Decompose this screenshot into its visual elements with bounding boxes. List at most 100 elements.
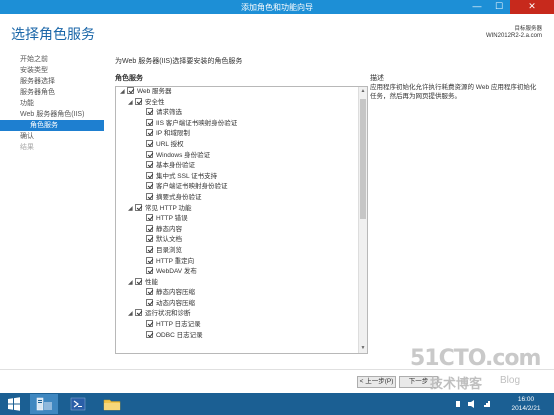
start-button[interactable] [0, 394, 28, 414]
tree-row[interactable]: 客户端证书映射身份验证 [116, 182, 360, 193]
checkbox[interactable] [146, 129, 153, 137]
checkbox[interactable] [135, 309, 142, 317]
maximize-button[interactable]: ☐ [488, 0, 510, 14]
tree-scrollbar[interactable]: ▲ ▼ [358, 87, 367, 353]
tree-row-label: 运行状况和诊断 [145, 310, 191, 318]
checkbox[interactable] [146, 224, 153, 232]
nav-item[interactable]: 安装类型 [0, 65, 104, 76]
minimize-button[interactable]: — [466, 0, 488, 14]
tree-row[interactable]: 摘要式身份验证 [116, 192, 360, 204]
tree-row[interactable]: ◢ Web 服务器 [116, 87, 360, 98]
checkbox[interactable] [146, 171, 153, 179]
nav-item[interactable]: 角色服务 [0, 120, 104, 131]
tree-row[interactable]: 基本身份验证 [116, 161, 360, 172]
expand-arrow-icon[interactable]: ◢ [128, 309, 135, 320]
tree-row-label: 客户端证书映射身份验证 [156, 183, 228, 191]
expand-arrow-icon[interactable]: ◢ [128, 278, 135, 289]
nav-item[interactable]: 服务器选择 [0, 76, 104, 87]
tree-row[interactable]: Windows 身份验证 [116, 150, 360, 162]
checkbox[interactable] [146, 108, 153, 116]
tree-row[interactable]: 静态内容 [116, 224, 360, 236]
nav-item[interactable]: 结果 [0, 142, 104, 153]
page-title: 选择角色服务 [11, 27, 95, 43]
tree-row[interactable]: HTTP 重定向 [116, 256, 360, 268]
checkbox[interactable] [146, 161, 153, 169]
tree-row[interactable]: IP 和域限制 [116, 129, 360, 140]
expand-arrow-icon[interactable]: ◢ [120, 87, 127, 98]
scroll-up-icon[interactable]: ▲ [359, 87, 367, 96]
tree-row[interactable]: HTTP 日志记录 [116, 320, 360, 331]
checkbox[interactable] [135, 97, 142, 105]
checkbox[interactable] [146, 182, 153, 190]
nav-item[interactable]: Web 服务器角色(IIS) [0, 109, 104, 120]
tree-row[interactable]: 目录浏览 [116, 245, 360, 257]
tree-row-label: HTTP 日志记录 [156, 321, 201, 329]
tree-row[interactable]: ODBC 日志记录 [116, 330, 360, 342]
tree-row-label: WebDAV 发布 [156, 268, 197, 276]
clock-time: 16:00 [517, 396, 535, 403]
checkbox[interactable] [146, 320, 153, 328]
tree-row-label: HTTP 错误 [156, 215, 188, 223]
checkbox[interactable] [146, 139, 153, 147]
tree-row[interactable]: URL 授权 [116, 139, 360, 151]
tree-row[interactable]: 静态内容压缩 [116, 288, 360, 299]
tree-row[interactable]: 默认文档 [116, 235, 360, 246]
checkbox[interactable] [146, 288, 153, 296]
checkbox[interactable] [146, 214, 153, 222]
taskbar-clock[interactable]: 16:00 2014/2/21 [504, 395, 548, 413]
tree-row[interactable]: HTTP 错误 [116, 214, 360, 225]
tree-row[interactable]: ◢ 性能 [116, 277, 360, 289]
target-server-name: WIN2012R2-2.a.com [485, 33, 542, 39]
tree-row[interactable]: IIS 客户端证书映射身份验证 [116, 118, 360, 130]
wizard-nav: 开始之前 安装类型 服务器选择 服务器角色 功能 Web 服务器角色(IIS) 角色服务 确认… [0, 54, 104, 153]
nav-item[interactable]: 开始之前 [0, 54, 104, 65]
description-heading: 描述 [370, 75, 384, 82]
tree-row-label: 集中式 SSL 证书支持 [156, 172, 218, 180]
system-tray[interactable] [454, 399, 494, 411]
taskbar: 16:00 2014/2/21 [0, 393, 554, 415]
previous-button[interactable]: < 上一步(P) [357, 376, 396, 388]
tree-row[interactable]: ◢ 常见 HTTP 功能 [116, 203, 360, 215]
server-manager-taskbar-icon[interactable] [30, 394, 58, 414]
nav-item[interactable]: 服务器角色 [0, 87, 104, 98]
checkbox[interactable] [146, 235, 153, 243]
checkbox[interactable] [146, 330, 153, 338]
file-explorer-taskbar-icon[interactable] [98, 394, 126, 414]
tree-row-label: 动态内容压缩 [156, 299, 195, 307]
checkbox[interactable] [135, 203, 142, 211]
checkbox[interactable] [146, 298, 153, 306]
tree-row-label: Web 服务器 [137, 88, 172, 95]
instruction-text: 为Web 服务器(IIS)选择要安装的角色服务 [115, 58, 243, 65]
tree-row[interactable]: 集中式 SSL 证书支持 [116, 171, 360, 183]
watermark-logo: 51CTO.com [410, 346, 541, 371]
checkbox[interactable] [127, 87, 134, 94]
checkbox[interactable] [146, 245, 153, 253]
tree-row-label: 默认文档 [156, 236, 182, 244]
checkbox[interactable] [146, 192, 153, 200]
checkbox[interactable] [146, 118, 153, 126]
checkbox[interactable] [146, 256, 153, 264]
tree-row[interactable]: 请求筛选 [116, 108, 360, 119]
tree-row-label: 基本身份验证 [156, 162, 195, 170]
nav-item[interactable]: 确认 [0, 131, 104, 142]
tree-row-label: IIS 客户端证书映射身份验证 [156, 119, 238, 127]
tree-row[interactable]: WebDAV 发布 [116, 267, 360, 278]
powershell-taskbar-icon[interactable] [64, 394, 92, 414]
expand-arrow-icon[interactable]: ◢ [128, 98, 135, 109]
tree-row-label: ODBC 日志记录 [156, 331, 203, 339]
close-button[interactable]: ✕ [510, 0, 554, 14]
target-server-label: 目标服务器 [514, 26, 542, 32]
scroll-thumb[interactable] [360, 99, 366, 219]
watermark-subtitle: 技术博客 [430, 376, 483, 391]
tree-row-label: 静态内容 [156, 225, 182, 233]
tree-row[interactable]: 动态内容压缩 [116, 298, 360, 310]
checkbox[interactable] [146, 150, 153, 158]
checkbox[interactable] [146, 267, 153, 275]
tray-icons [456, 400, 490, 408]
scroll-down-icon[interactable]: ▼ [359, 344, 367, 353]
tree-row[interactable]: ◢ 运行状况和诊断 [116, 309, 360, 320]
checkbox[interactable] [135, 277, 142, 285]
nav-item[interactable]: 功能 [0, 98, 104, 109]
expand-arrow-icon[interactable]: ◢ [128, 204, 135, 215]
tree-row[interactable]: ◢ 安全性 [116, 97, 360, 109]
